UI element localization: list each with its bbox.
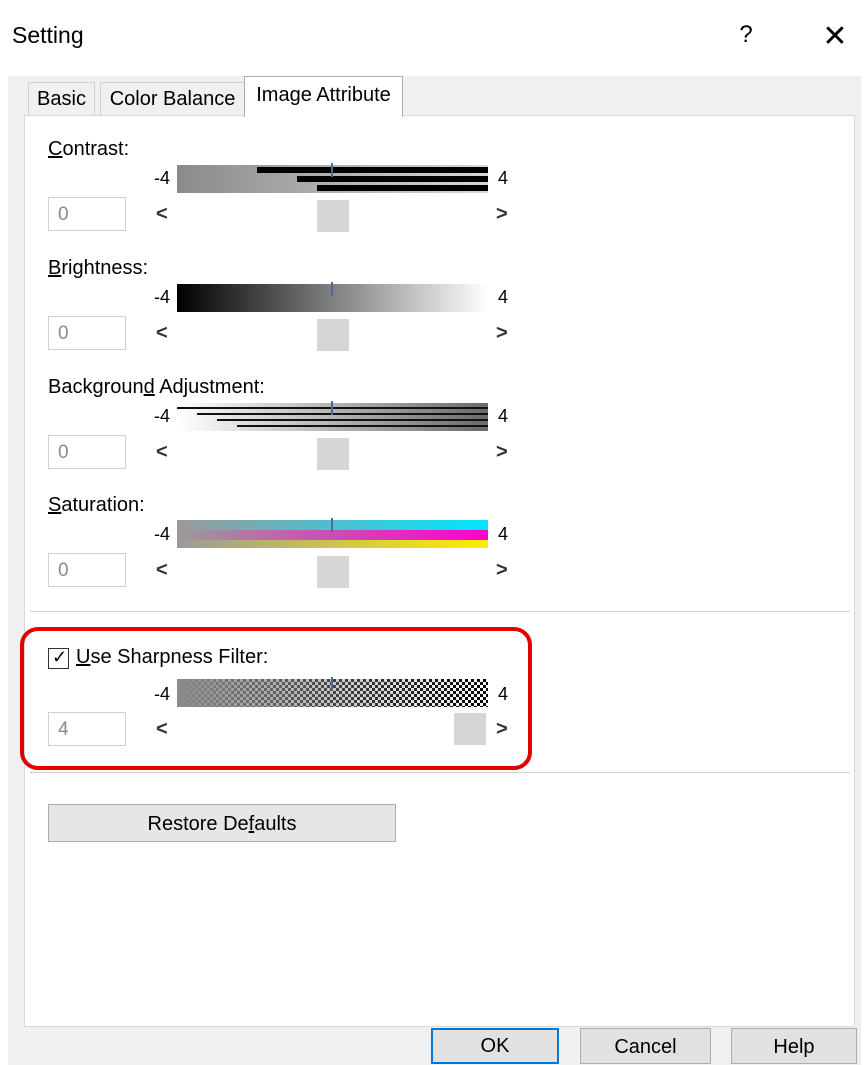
saturation-label: Saturation: [48, 494, 145, 516]
background-slider-thumb[interactable] [317, 438, 349, 470]
brightness-label: Brightness: [48, 257, 149, 279]
contrast-max-label: 4 [498, 168, 509, 188]
setting-dialog: Setting ? ✕ Basic Color Balance Image At… [0, 0, 864, 1065]
saturation-left-arrow[interactable]: < [156, 559, 168, 582]
saturation-value-field[interactable]: 0 [48, 553, 126, 587]
tab-basic[interactable]: Basic [28, 82, 95, 115]
contrast-value-field[interactable]: 0 [48, 197, 126, 231]
help-icon[interactable]: ? [731, 20, 761, 50]
image-attribute-panel [24, 115, 855, 1027]
dialog-title: Setting [12, 22, 84, 48]
contrast-label: Contrast: [48, 138, 130, 160]
background-max-label: 4 [498, 406, 509, 426]
contrast-min-label: -4 [154, 168, 171, 188]
help-button[interactable]: Help [731, 1028, 857, 1064]
background-center-tick [331, 401, 333, 415]
ok-button[interactable]: OK [431, 1028, 559, 1064]
tab-color-balance[interactable]: Color Balance [100, 82, 245, 115]
brightness-left-arrow[interactable]: < [156, 322, 168, 345]
title-bar: Setting ? ✕ [0, 0, 864, 76]
contrast-center-tick [331, 163, 333, 177]
contrast-right-arrow[interactable]: > [496, 203, 508, 226]
background-min-label: -4 [154, 406, 171, 426]
close-icon[interactable]: ✕ [818, 20, 852, 54]
brightness-right-arrow[interactable]: > [496, 322, 508, 345]
brightness-slider-thumb[interactable] [317, 319, 349, 351]
window-left-border [0, 0, 8, 1065]
separator [30, 772, 850, 773]
background-right-arrow[interactable]: > [496, 441, 508, 464]
restore-defaults-button[interactable]: Restore Defaults [48, 804, 396, 842]
brightness-max-label: 4 [498, 287, 509, 307]
saturation-max-label: 4 [498, 524, 509, 544]
brightness-value-field[interactable]: 0 [48, 316, 126, 350]
saturation-center-tick [331, 518, 333, 532]
separator [30, 611, 850, 612]
background-adjustment-label: Background Adjustment: [48, 376, 265, 398]
saturation-right-arrow[interactable]: > [496, 559, 508, 582]
cancel-button[interactable]: Cancel [580, 1028, 711, 1064]
background-left-arrow[interactable]: < [156, 441, 168, 464]
contrast-left-arrow[interactable]: < [156, 203, 168, 226]
sharpness-highlight-frame [20, 627, 532, 770]
background-value-field[interactable]: 0 [48, 435, 126, 469]
tab-image-attribute[interactable]: Image Attribute [244, 76, 403, 117]
saturation-slider-thumb[interactable] [317, 556, 349, 588]
brightness-center-tick [331, 282, 333, 296]
brightness-min-label: -4 [154, 287, 171, 307]
contrast-slider-thumb[interactable] [317, 200, 349, 232]
saturation-min-label: -4 [154, 524, 171, 544]
